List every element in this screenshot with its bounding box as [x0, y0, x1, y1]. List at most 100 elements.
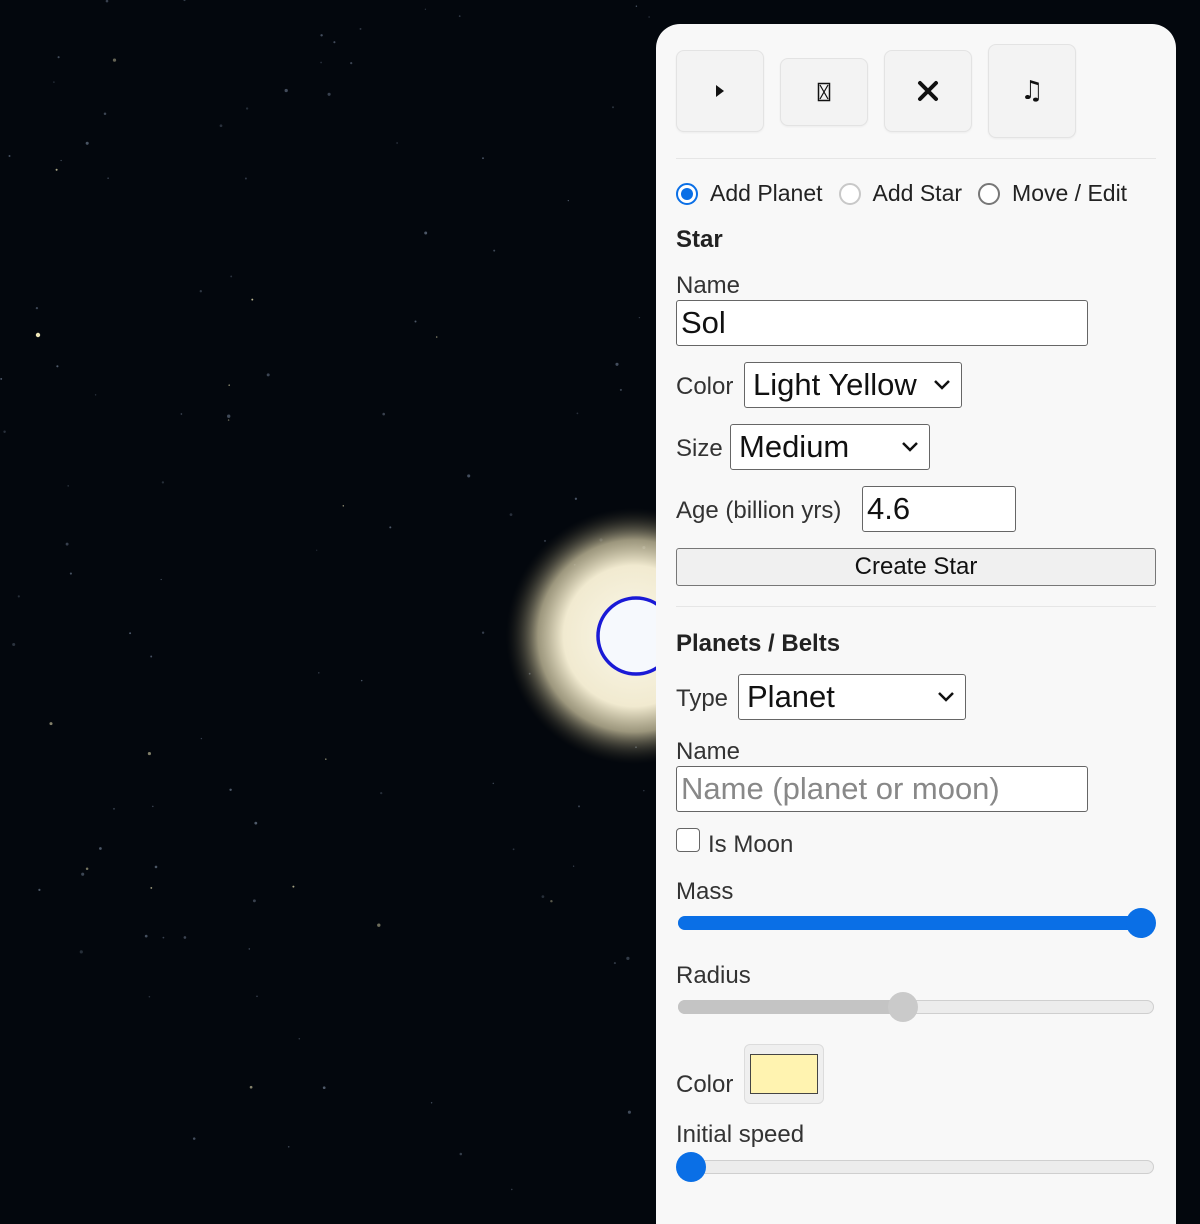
- star-size-select[interactable]: Medium: [730, 424, 930, 470]
- background-star: [322, 1086, 326, 1090]
- mass-slider[interactable]: [676, 908, 1156, 938]
- background-star: [550, 899, 553, 903]
- background-star: [360, 679, 363, 682]
- background-star: [69, 572, 72, 575]
- planet-name-input[interactable]: Name (planet or moon): [676, 766, 1088, 812]
- background-star: [55, 168, 58, 171]
- background-star: [619, 388, 622, 391]
- background-star: [35, 332, 41, 338]
- chevron-down-icon: [902, 442, 918, 452]
- background-star: [414, 320, 417, 323]
- background-star: [129, 632, 132, 635]
- planet-color-label: Color: [676, 1071, 734, 1098]
- background-star: [389, 526, 392, 529]
- background-star: [380, 791, 383, 795]
- background-star: [99, 847, 102, 850]
- pause-button[interactable]: [780, 58, 868, 126]
- background-star: [467, 474, 471, 478]
- radio-add-planet[interactable]: [676, 182, 698, 205]
- mass-slider-thumb[interactable]: [1126, 908, 1156, 938]
- music-icon: ♫: [1020, 76, 1044, 106]
- background-star: [396, 142, 398, 144]
- background-star: [287, 1145, 290, 1148]
- is-moon-checkbox[interactable]: [676, 828, 700, 852]
- radio-move-edit[interactable]: [978, 182, 1001, 205]
- background-star: [244, 177, 247, 180]
- background-star: [424, 8, 427, 10]
- speed-slider-thumb[interactable]: [676, 1152, 706, 1182]
- hourglass-icon: [817, 82, 831, 102]
- background-star: [648, 16, 650, 18]
- create-star-button[interactable]: Create Star: [676, 548, 1156, 586]
- radius-slider[interactable]: [676, 992, 1156, 1022]
- star-size-label: Size: [676, 435, 723, 462]
- background-star: [38, 888, 41, 892]
- background-star: [459, 1152, 463, 1156]
- background-star: [342, 505, 345, 507]
- background-star: [147, 752, 151, 756]
- background-star: [325, 758, 327, 760]
- radio-add-star[interactable]: [838, 182, 861, 205]
- background-star: [67, 485, 70, 487]
- play-button[interactable]: [676, 50, 764, 132]
- background-star: [543, 539, 547, 542]
- star-color-select[interactable]: Light Yellow: [744, 362, 962, 408]
- star-name-value: Sol: [681, 305, 726, 340]
- planet-type-select[interactable]: Planet: [738, 674, 966, 720]
- background-star: [65, 542, 69, 546]
- initial-speed-label: Initial speed: [676, 1121, 805, 1148]
- background-star: [150, 655, 153, 658]
- mode-label-move-edit: Move / Edit: [1012, 180, 1128, 206]
- background-star: [112, 58, 117, 62]
- radius-slider-fill: [678, 1000, 905, 1014]
- planet-color-swatch: [750, 1054, 818, 1094]
- star-name-input[interactable]: Sol: [676, 300, 1088, 346]
- background-star: [180, 413, 183, 415]
- music-button[interactable]: ♫: [988, 44, 1076, 138]
- background-star: [199, 290, 202, 293]
- planet-name-label: Name: [676, 738, 741, 765]
- background-star: [512, 848, 515, 851]
- background-star: [578, 805, 580, 808]
- background-star: [152, 805, 154, 808]
- background-star: [94, 394, 97, 396]
- star-size-value: Medium: [739, 429, 850, 464]
- star-age-input[interactable]: 4.6: [862, 486, 1016, 532]
- background-star: [85, 867, 89, 870]
- background-star: [85, 141, 89, 145]
- background-star: [0, 377, 3, 380]
- planet-name-placeholder: Name (planet or moon): [681, 771, 1000, 806]
- background-star: [511, 1188, 513, 1191]
- radius-slider-thumb[interactable]: [888, 992, 918, 1022]
- planet-color-picker[interactable]: [744, 1044, 824, 1104]
- clear-button[interactable]: [884, 50, 972, 132]
- background-star: [183, 936, 187, 939]
- background-star: [103, 112, 107, 115]
- background-star: [113, 807, 115, 810]
- background-star: [430, 1102, 433, 1104]
- initial-speed-slider[interactable]: [676, 1152, 1156, 1182]
- background-star: [8, 155, 11, 157]
- background-star: [251, 298, 254, 301]
- mode-label-add-star: Add Star: [872, 180, 963, 206]
- control-panel: ♫ Add Planet Add Star Move / Edit Star N…: [656, 24, 1176, 1224]
- background-star: [292, 885, 295, 888]
- background-star: [144, 934, 148, 938]
- background-star: [60, 159, 62, 162]
- background-star: [316, 549, 318, 551]
- background-star: [245, 107, 249, 110]
- is-moon-label: Is Moon: [708, 831, 794, 858]
- background-star: [327, 92, 331, 96]
- background-star: [162, 936, 165, 939]
- background-star: [161, 481, 165, 484]
- background-star: [57, 56, 60, 59]
- chevron-down-icon: [938, 692, 954, 702]
- background-star: [160, 578, 162, 581]
- background-star: [627, 1110, 631, 1114]
- background-star: [320, 61, 323, 64]
- background-star: [227, 414, 231, 418]
- background-star: [148, 995, 151, 998]
- planet-type-label: Type: [676, 685, 729, 712]
- background-star: [481, 631, 485, 634]
- mass-label: Mass: [676, 878, 734, 905]
